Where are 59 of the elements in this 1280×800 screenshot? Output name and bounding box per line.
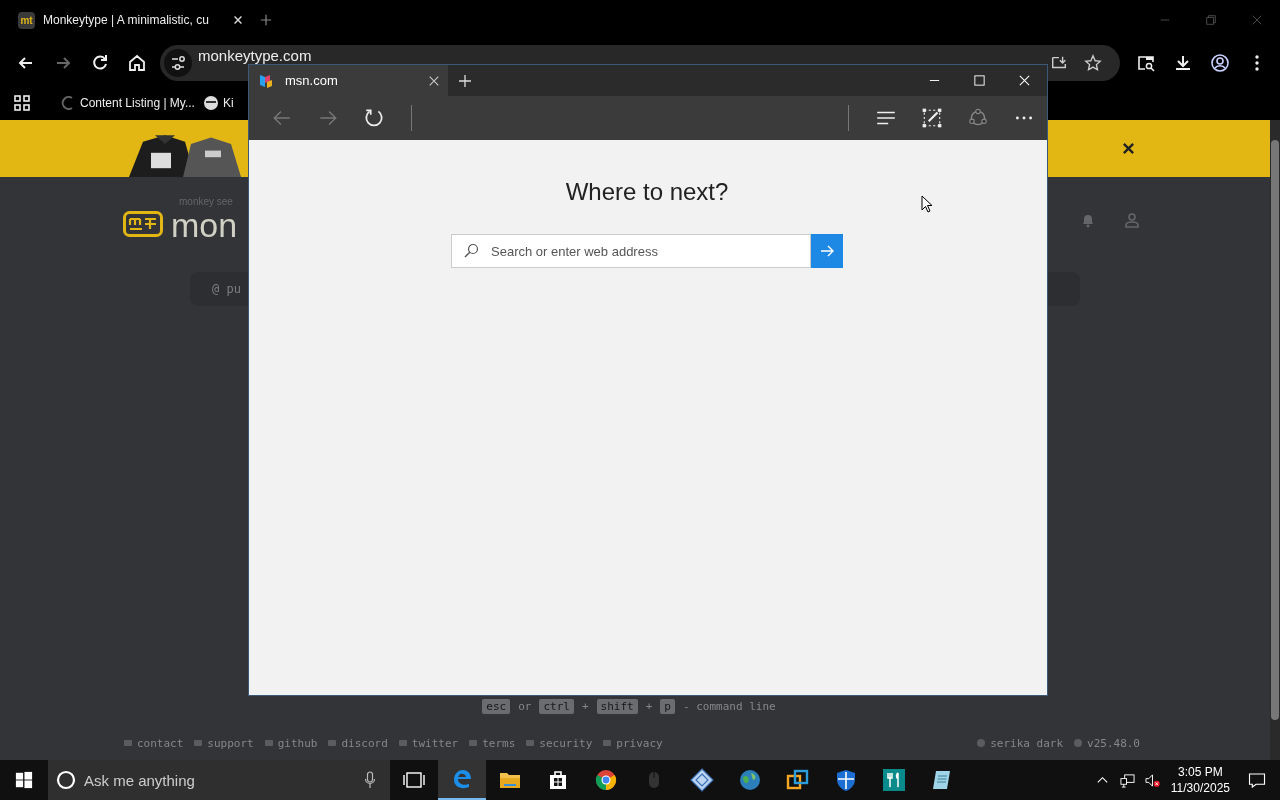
logo-wordmark[interactable]: mon (171, 207, 238, 243)
key-hint: p (660, 699, 675, 714)
theme-link[interactable]: serika dark (976, 736, 1063, 750)
utensils-icon (882, 768, 906, 792)
version-link[interactable]: v25.48.0 (1073, 736, 1140, 750)
footer-link[interactable]: security (525, 736, 593, 750)
site-favicon (257, 72, 275, 89)
profile-icon[interactable] (1210, 52, 1230, 73)
squares-icon (786, 768, 810, 792)
footer-link[interactable]: privacy (602, 736, 663, 750)
hint-text: + (581, 700, 589, 713)
search-field[interactable]: Ask me anything (48, 760, 390, 800)
hint-text: - command line (682, 700, 776, 713)
hint-text: or (518, 700, 532, 713)
logo-icon[interactable] (123, 211, 163, 237)
reload-icon[interactable] (90, 52, 110, 73)
globe-icon (738, 768, 762, 792)
new-tab-icon[interactable] (260, 14, 272, 26)
footer-link[interactable]: contact (123, 736, 184, 750)
microphone-icon[interactable] (364, 771, 376, 789)
windows-icon[interactable] (15, 771, 33, 789)
search-icon (463, 243, 479, 259)
browser-tab[interactable]: msn.com (249, 65, 448, 96)
close-icon[interactable] (1122, 142, 1135, 155)
go-button[interactable] (811, 234, 843, 268)
search-field[interactable]: Search or enter web address (451, 234, 811, 268)
clock[interactable]: 3:05 PM 11/30/2025 (1170, 764, 1230, 796)
footer-link[interactable]: discord (327, 736, 388, 750)
taskbar-app[interactable] (438, 760, 486, 800)
mouse-cursor-icon (921, 195, 933, 213)
footer-link[interactable]: twitter (397, 736, 459, 750)
arrow-icon (819, 243, 835, 259)
site-favicon: mt (18, 11, 35, 29)
scrollbar[interactable] (1270, 120, 1280, 760)
footer-link[interactable]: github (263, 736, 318, 750)
speaker-muted-icon[interactable] (1144, 772, 1160, 788)
key-hint: ctrl (539, 699, 574, 714)
star-icon[interactable] (1084, 53, 1102, 72)
page-heading: Where to next? (565, 178, 729, 206)
bookmark[interactable]: Ki (198, 90, 234, 115)
hint-text: + (645, 700, 653, 713)
footer-link[interactable]: support (193, 736, 254, 750)
bookmark[interactable]: Content Listing | My... (56, 90, 195, 115)
maximize-icon[interactable] (973, 74, 986, 87)
notifications-icon[interactable] (1248, 772, 1266, 788)
chrome-icon (594, 768, 618, 792)
site-info-icon[interactable] (164, 48, 192, 77)
cortana-icon (56, 770, 76, 790)
refresh-icon[interactable] (363, 107, 385, 129)
avatar-icon (202, 94, 219, 111)
config-option[interactable]: @ pu (212, 282, 241, 296)
network-icon[interactable] (1119, 772, 1135, 788)
apps-icon[interactable] (12, 92, 32, 113)
diamond-icon (690, 768, 714, 792)
key-hint: shift (596, 699, 638, 714)
footer-link[interactable]: terms (468, 736, 516, 750)
key-hint: esc (482, 699, 511, 714)
note-icon[interactable] (921, 107, 943, 129)
home-icon[interactable] (127, 52, 147, 73)
